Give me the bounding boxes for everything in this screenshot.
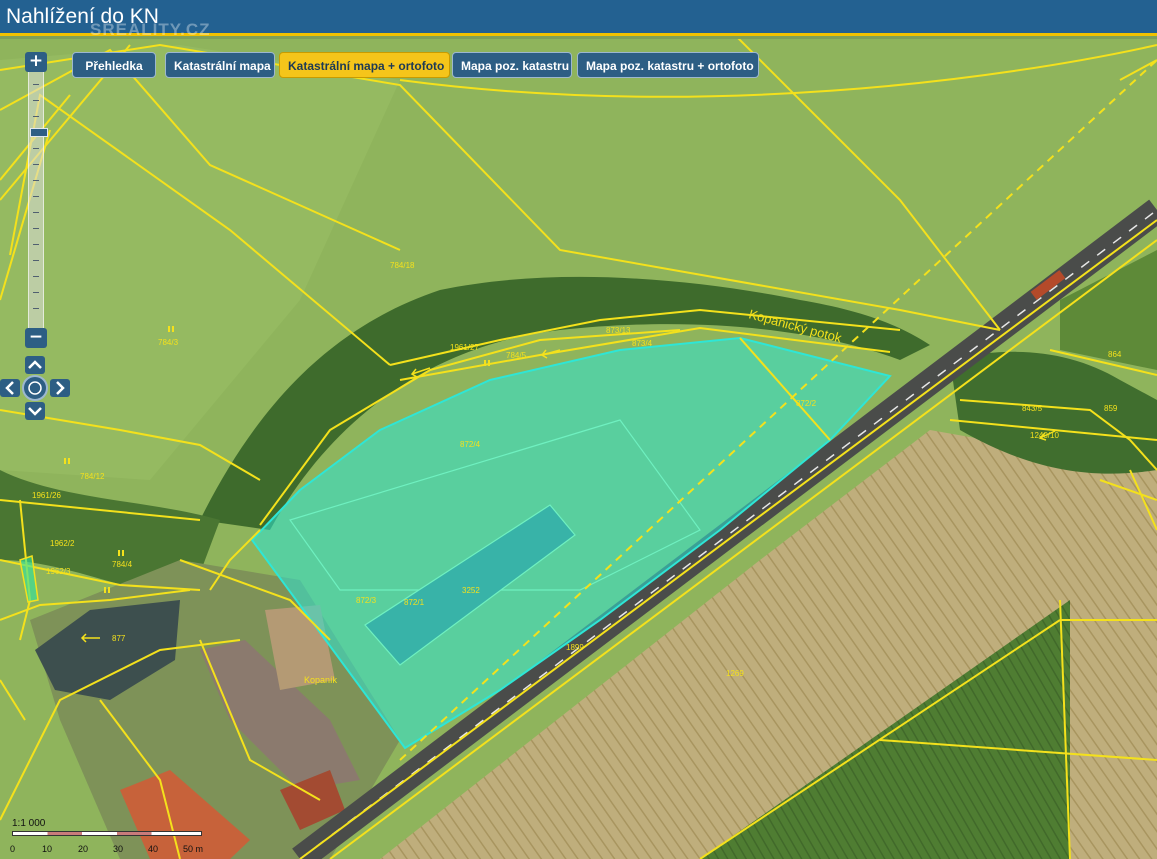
scale-segments bbox=[12, 831, 202, 836]
scale-bar: 1:1 000 0 10 20 30 40 50 m bbox=[10, 818, 220, 858]
label-784-5: 784/5 bbox=[506, 351, 527, 360]
label-872-4: 872/4 bbox=[460, 440, 481, 449]
zoom-slider-track[interactable] bbox=[28, 72, 48, 328]
label-place: Kopaník bbox=[304, 675, 338, 685]
label-784-4: 784/4 bbox=[112, 560, 133, 569]
pan-right-button[interactable] bbox=[50, 379, 70, 397]
scale-tick-20: 20 bbox=[78, 844, 89, 854]
title-bar: Nahlížení do KN SREALITY.CZ bbox=[0, 0, 1157, 39]
tab-katastralni-mapa-ortofoto[interactable]: Katastrální mapa + ortofoto bbox=[279, 52, 450, 78]
scale-ratio: 1:1 000 bbox=[12, 818, 46, 829]
scale-tick-10: 10 bbox=[42, 844, 53, 854]
label-864: 864 bbox=[1108, 350, 1122, 359]
scale-tick-0: 0 bbox=[10, 844, 16, 854]
pan-control-graphic bbox=[0, 356, 70, 420]
tab-mapa-poz-katastru-ortofoto[interactable]: Mapa poz. katastru + ortofoto bbox=[577, 52, 759, 78]
watermark: SREALITY.CZ bbox=[90, 20, 211, 39]
map-viewport[interactable]: 784/18 784/3 784/12 784/4 1961/27 1961/2… bbox=[0, 39, 1157, 859]
pan-up-button[interactable] bbox=[25, 356, 45, 374]
label-877: 877 bbox=[112, 634, 126, 643]
scale-tick-50: 50 m bbox=[183, 844, 204, 854]
label-873-4: 873/4 bbox=[632, 339, 653, 348]
scale-tick-40: 40 bbox=[148, 844, 159, 854]
pan-center-button[interactable] bbox=[22, 375, 48, 401]
label-784-3: 784/3 bbox=[158, 338, 179, 347]
tab-mapa-poz-katastru[interactable]: Mapa poz. katastru bbox=[452, 52, 572, 78]
zoom-out-button[interactable]: − bbox=[25, 328, 47, 348]
zoom-in-button[interactable]: + bbox=[25, 52, 47, 72]
label-784-12: 784/12 bbox=[80, 472, 105, 481]
map-canvas[interactable]: 784/18 784/3 784/12 784/4 1961/27 1961/2… bbox=[0, 39, 1157, 859]
label-1899: 1899 bbox=[566, 643, 584, 652]
label-872-2: 872/2 bbox=[796, 399, 817, 408]
scale-tick-30: 30 bbox=[113, 844, 124, 854]
label-1961-27: 1961/27 bbox=[450, 343, 479, 352]
pan-down-button[interactable] bbox=[25, 402, 45, 420]
pan-control bbox=[0, 356, 70, 420]
zoom-control: + − bbox=[25, 52, 48, 348]
zoom-slider-handle[interactable] bbox=[30, 128, 48, 137]
label-1962-2: 1962/2 bbox=[50, 539, 75, 548]
label-784-18: 784/18 bbox=[390, 261, 415, 270]
label-859: 859 bbox=[1104, 404, 1118, 413]
label-872-3: 872/3 bbox=[356, 596, 377, 605]
label-873-13: 873/13 bbox=[606, 326, 631, 335]
label-872-1: 872/1 bbox=[404, 598, 425, 607]
pan-left-button[interactable] bbox=[0, 379, 20, 397]
tab-prehledka[interactable]: Přehledka bbox=[72, 52, 156, 78]
label-1962-3: 1962/3 bbox=[46, 567, 71, 576]
label-3252: 3252 bbox=[462, 586, 480, 595]
label-1269: 1269 bbox=[726, 669, 744, 678]
label-1961-26: 1961/26 bbox=[32, 491, 61, 500]
label-843-5: 843/5 bbox=[1022, 404, 1043, 413]
tab-katastralni-mapa[interactable]: Katastrální mapa bbox=[165, 52, 275, 78]
